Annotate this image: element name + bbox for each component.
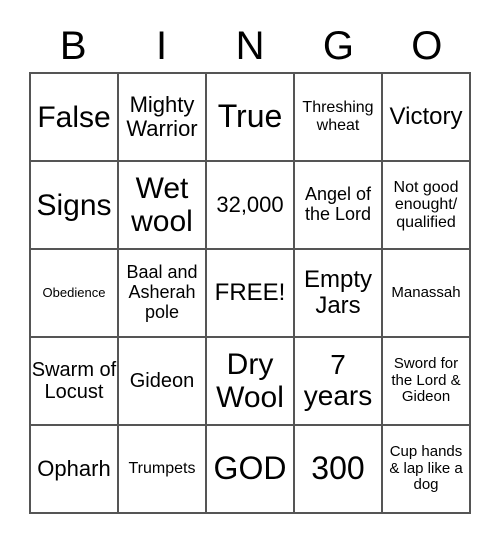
bingo-cell[interactable]: Gideon (118, 337, 206, 425)
bingo-cell[interactable]: Swarm of Locust (30, 337, 118, 425)
bingo-header: B I N G O (29, 20, 471, 72)
header-letter-b: B (59, 24, 87, 68)
bingo-cell[interactable]: Baal and Asherah pole (118, 249, 206, 337)
bingo-cell[interactable]: Angel of the Lord (294, 161, 382, 249)
bingo-cell[interactable]: Cup hands & lap like a dog (382, 425, 470, 513)
bingo-cell[interactable]: Manassah (382, 249, 470, 337)
header-letter-o: O (411, 24, 443, 68)
bingo-cell[interactable]: Obedience (30, 249, 118, 337)
header-letter-i: I (156, 24, 168, 68)
free-space-cell[interactable]: FREE! (206, 249, 294, 337)
bingo-cell[interactable]: Opharh (30, 425, 118, 513)
bingo-cell[interactable]: Not good enought/ qualified (382, 161, 470, 249)
bingo-cell[interactable]: GOD (206, 425, 294, 513)
bingo-cell[interactable]: Signs (30, 161, 118, 249)
bingo-cell[interactable]: Wet wool (118, 161, 206, 249)
bingo-cell[interactable]: True (206, 73, 294, 161)
bingo-cell[interactable]: Threshing wheat (294, 73, 382, 161)
header-letter-g: G (322, 24, 354, 68)
bingo-cell[interactable]: 7 years (294, 337, 382, 425)
bingo-cell[interactable]: Mighty Warrior (118, 73, 206, 161)
bingo-cell[interactable]: 300 (294, 425, 382, 513)
bingo-cell[interactable]: Empty Jars (294, 249, 382, 337)
bingo-cell[interactable]: Dry Wool (206, 337, 294, 425)
bingo-cell[interactable]: Victory (382, 73, 470, 161)
bingo-cell[interactable]: False (30, 73, 118, 161)
bingo-cell[interactable]: Trumpets (118, 425, 206, 513)
bingo-cell[interactable]: 32,000 (206, 161, 294, 249)
bingo-cell[interactable]: Sword for the Lord & Gideon (382, 337, 470, 425)
header-letter-n: N (235, 24, 265, 68)
bingo-grid: False Mighty Warrior True Threshing whea… (29, 72, 471, 514)
